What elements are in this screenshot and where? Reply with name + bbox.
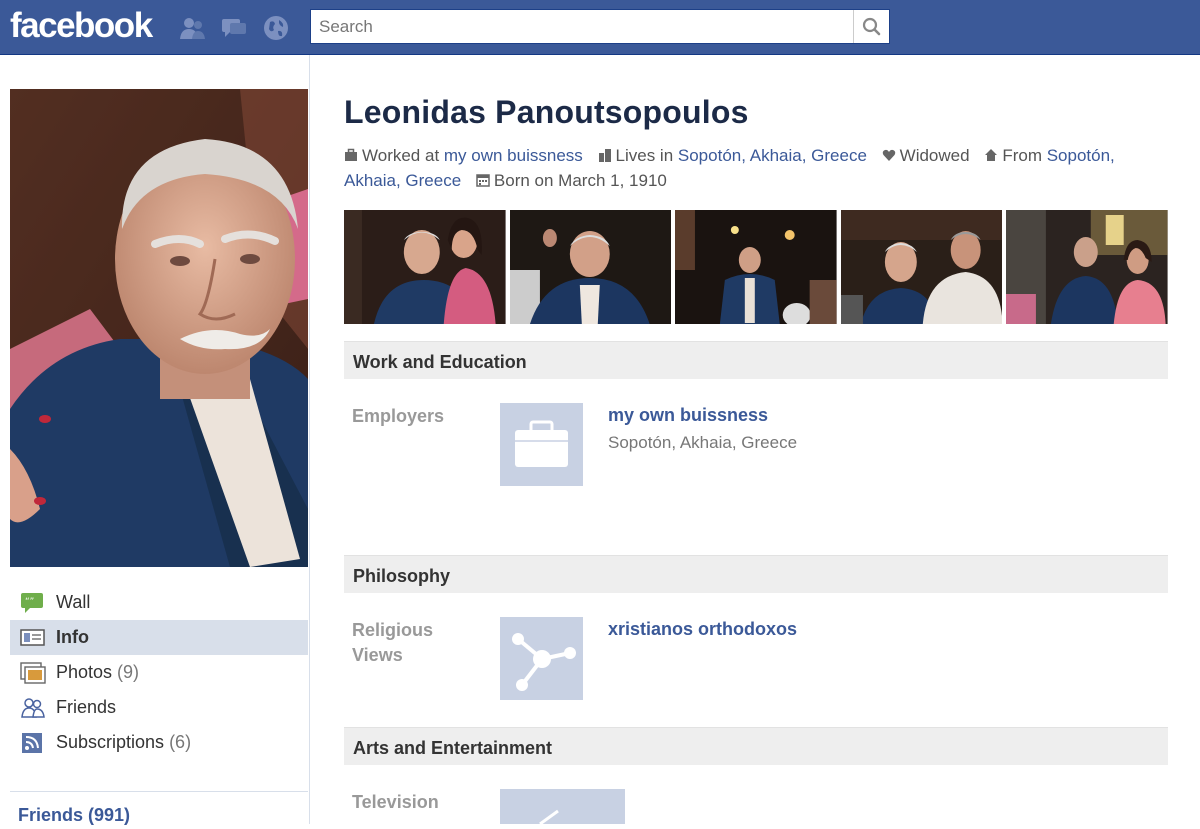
left-column: “” Wall Info Photos (9) Friends Subscrip… <box>0 55 310 826</box>
profile-name: Leonidas Panoutsopoulos <box>344 94 749 130</box>
photo-thumbnail[interactable] <box>840 210 1003 324</box>
hometown-link-part1[interactable]: Sopotón, <box>1047 146 1115 165</box>
from-prefix: From <box>1002 146 1047 165</box>
lives-prefix: Lives in <box>615 146 678 165</box>
photo-thumbnail[interactable] <box>509 210 672 324</box>
rss-icon <box>22 732 42 753</box>
friends-icon <box>21 697 45 718</box>
nav-label-photos: Photos <box>56 662 113 682</box>
photo-thumbnail[interactable] <box>675 210 837 324</box>
photos-icon <box>20 661 46 684</box>
network-placeholder-icon <box>512 633 576 691</box>
television-label: Television <box>352 792 439 812</box>
employer-thumbnail[interactable] <box>500 403 583 486</box>
lives-info: Lives in Sopotón, Akhaia, Greece <box>598 146 872 165</box>
nav-item-friends[interactable]: Friends <box>10 690 308 725</box>
photo-image <box>509 210 672 324</box>
religion-link[interactable]: xristianos orthodoxos <box>608 619 797 640</box>
messages-icon[interactable] <box>220 14 248 42</box>
house-icon <box>985 149 998 161</box>
friends-count-link[interactable]: Friends (991) <box>18 805 130 826</box>
nav-label-info: Info <box>56 627 89 647</box>
work-prefix: Worked at <box>362 146 444 165</box>
briefcase-icon <box>345 148 357 161</box>
photo-thumbnail[interactable] <box>1006 210 1168 324</box>
section-arts-entertainment: Arts and Entertainment <box>344 727 1168 765</box>
birthday-info: Born on March 1, 1910 <box>476 171 667 190</box>
photo-strip <box>344 210 1168 324</box>
religious-views-label: Religious Views <box>352 620 434 665</box>
relationship-status: Widowed <box>899 146 970 165</box>
nav-item-subscriptions[interactable]: Subscriptions (6) <box>10 725 308 760</box>
photo-image <box>344 210 506 324</box>
profile-photo-illustration <box>10 89 308 567</box>
nav-label-subscriptions: Subscriptions <box>56 732 165 752</box>
notifications-globe-icon[interactable] <box>262 14 290 42</box>
photo-image <box>675 210 837 324</box>
nav-item-photos[interactable]: Photos (9) <box>10 655 308 690</box>
relationship-info: Widowed <box>882 146 975 165</box>
photo-image <box>840 210 1003 324</box>
television-thumbnail[interactable] <box>500 789 625 826</box>
section-work-education: Work and Education <box>344 341 1168 379</box>
work-link[interactable]: my own buissness <box>444 146 583 165</box>
profile-nav: “” Wall Info Photos (9) Friends Subscrip… <box>10 585 308 760</box>
divider <box>10 791 308 792</box>
nav-label-wall: Wall <box>56 592 91 612</box>
employers-label: Employers <box>352 406 445 426</box>
info-icon <box>20 628 45 646</box>
friend-requests-icon[interactable] <box>178 14 206 42</box>
hometown-info-cont: Akhaia, Greece <box>344 171 461 190</box>
employer-name-link[interactable]: my own buissness <box>608 405 768 426</box>
search-icon <box>862 17 881 36</box>
hometown-info: From Sopotón, <box>984 146 1115 165</box>
lives-link[interactable]: Sopotón, Akhaia, Greece <box>678 146 867 165</box>
wall-icon: “” <box>21 592 43 613</box>
search-box <box>310 9 890 44</box>
facebook-logo[interactable]: facebook <box>10 6 153 46</box>
tv-placeholder-icon <box>539 809 559 826</box>
profile-info-line: Worked at my own buissness Lives in Sopo… <box>344 143 1184 193</box>
top-bar: facebook <box>0 0 1200 55</box>
photo-image <box>1006 210 1168 324</box>
briefcase-placeholder-icon <box>515 420 568 467</box>
birthday-text: Born on March 1, 1910 <box>493 171 667 190</box>
city-icon <box>598 149 611 162</box>
nav-label-friends: Friends <box>56 697 117 717</box>
calendar-icon <box>476 174 490 187</box>
profile-picture[interactable] <box>10 89 308 567</box>
nav-count-subscriptions: (6) <box>169 732 192 752</box>
search-input[interactable] <box>311 10 851 43</box>
religion-thumbnail[interactable] <box>500 617 583 700</box>
svg-text:“”: “” <box>25 597 34 607</box>
photo-thumbnail[interactable] <box>344 210 506 324</box>
nav-item-wall[interactable]: “” Wall <box>10 585 308 620</box>
nav-item-info[interactable]: Info <box>10 620 308 655</box>
work-info: Worked at my own buissness <box>344 146 588 165</box>
nav-count-photos: (9) <box>117 662 140 682</box>
hometown-link-part2[interactable]: Akhaia, Greece <box>344 171 461 190</box>
heart-icon <box>882 149 895 161</box>
search-button[interactable] <box>853 10 889 43</box>
section-philosophy: Philosophy <box>344 555 1168 593</box>
employer-location: Sopotón, Akhaia, Greece <box>608 433 798 452</box>
